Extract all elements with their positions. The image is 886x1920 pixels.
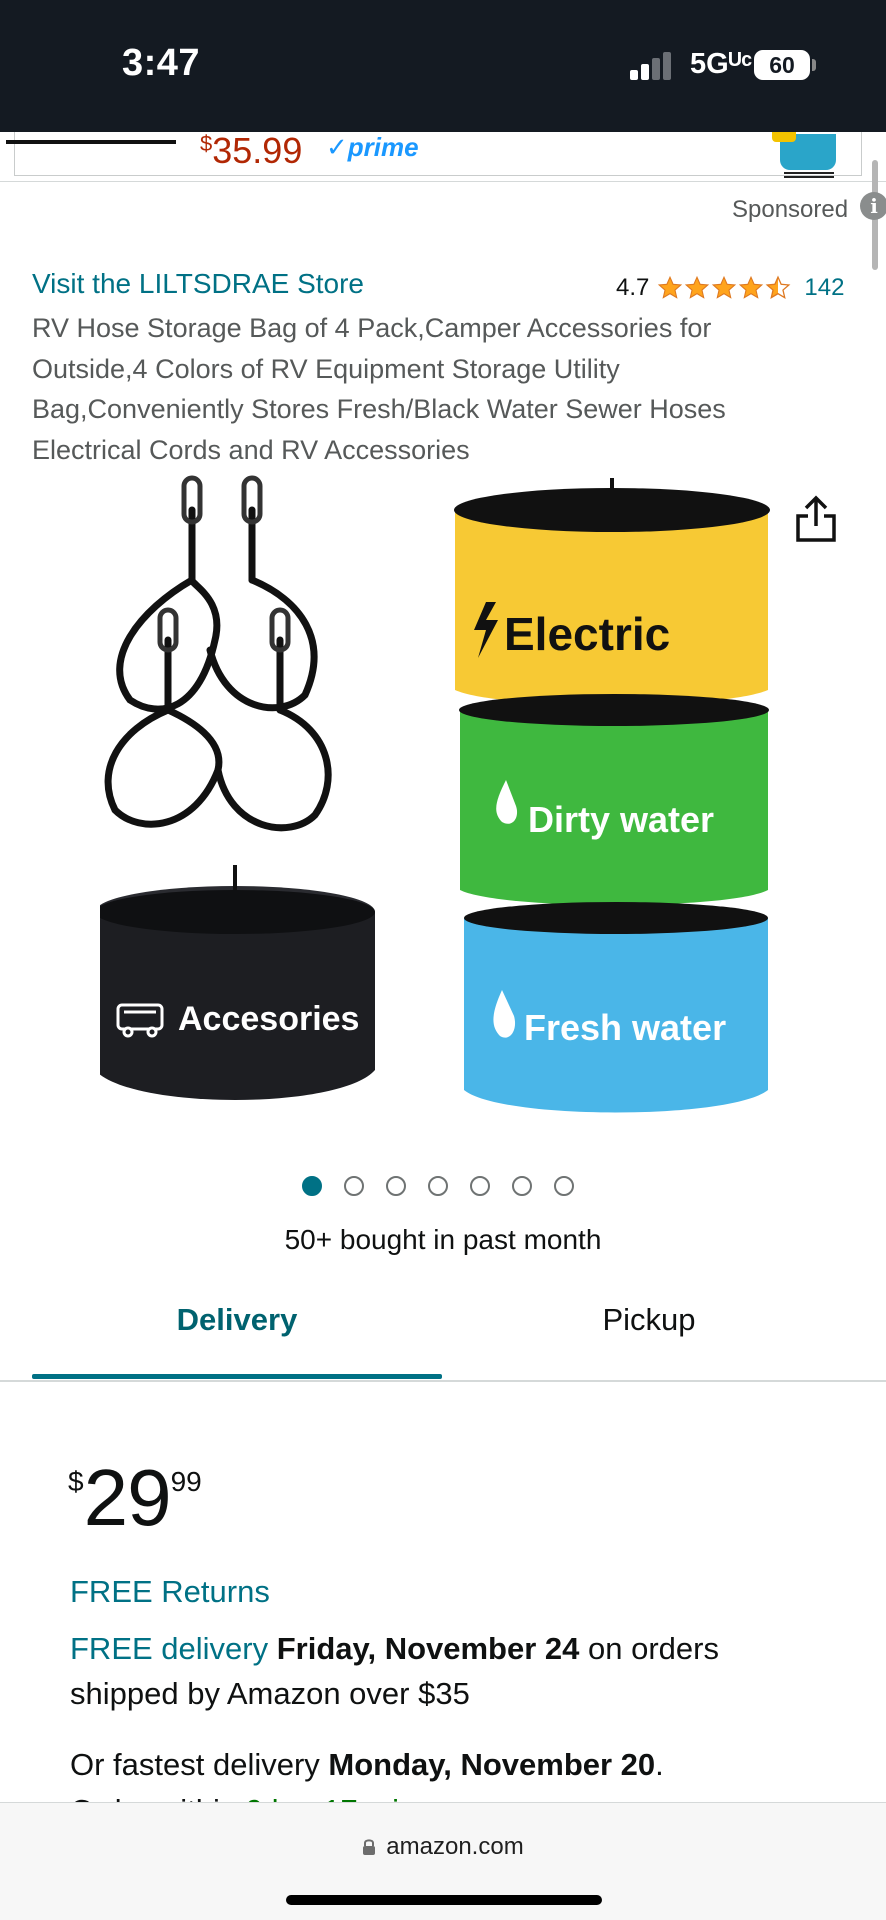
active-tab-underline	[32, 1374, 442, 1379]
ad-brand-logo	[6, 132, 176, 144]
carousel-dot[interactable]	[385, 1176, 406, 1196]
carousel-dot[interactable]	[511, 1176, 532, 1196]
free-delivery-link[interactable]: FREE delivery	[70, 1631, 268, 1666]
fastest-delivery-info: Or fastest delivery Monday, November 20.	[70, 1742, 850, 1787]
price-fraction: 99	[170, 1466, 202, 1497]
sponsored-ad-banner[interactable]: $35.99 ✓prime	[0, 132, 886, 182]
accessories-label: Accesories	[178, 1000, 359, 1038]
signal-icon	[630, 52, 674, 80]
star-full-icon	[712, 275, 737, 299]
star-half-icon	[765, 275, 791, 299]
price-symbol: $	[68, 1466, 84, 1497]
bought-count: 50+ bought in past month	[284, 1224, 602, 1255]
browser-bottom-bar: amazon.com	[0, 1802, 886, 1920]
network-label: 5Gᵁᶜ	[690, 48, 753, 80]
lock-icon	[363, 1839, 376, 1855]
carousel-dot[interactable]	[343, 1176, 364, 1196]
image-carousel-dots[interactable]	[0, 1176, 886, 1196]
home-indicator[interactable]	[286, 1895, 602, 1905]
star-full-icon	[658, 275, 683, 299]
order-countdown: 9 hrs 17 mins	[246, 1793, 432, 1802]
product-image[interactable]: Accesories Electric Dirty water Fresh wa…	[100, 470, 780, 1130]
free-delivery-date: Friday, November 24	[276, 1631, 580, 1666]
carousel-dot[interactable]	[553, 1176, 574, 1196]
fulfillment-tabs: Delivery Pickup	[0, 1290, 886, 1382]
store-link[interactable]: Visit the LILTSDRAE Store	[32, 268, 364, 300]
url-text: amazon.com	[386, 1833, 524, 1860]
battery-nub	[812, 59, 816, 71]
carousel-dot[interactable]	[301, 1176, 322, 1196]
electric-label: Electric	[504, 608, 670, 660]
strap-straps-graphic	[104, 506, 332, 832]
carousel-dot[interactable]	[469, 1176, 490, 1196]
sponsored-label: Sponsored	[732, 196, 849, 223]
free-returns-link[interactable]: FREE Returns	[70, 1574, 270, 1610]
order-within-prefix: Order within	[70, 1793, 246, 1802]
prime-badge: ✓prime	[326, 132, 419, 162]
info-icon[interactable]: i	[860, 192, 886, 220]
status-time: 3:47	[122, 42, 201, 84]
status-bar: 3:47 5Gᵁᶜ 60	[0, 0, 886, 132]
order-within-info: Order within 9 hrs 17 mins	[70, 1788, 432, 1802]
fresh-water-label: Fresh water	[524, 1007, 726, 1048]
product-title: RV Hose Storage Bag of 4 Pack,Camper Acc…	[32, 313, 726, 465]
ad-product-thumbnail	[772, 132, 836, 170]
dirty-water-label: Dirty water	[528, 799, 714, 840]
battery-icon: 60	[754, 50, 810, 80]
rating-count-link[interactable]: 142	[804, 274, 844, 302]
rating-value: 4.7	[616, 274, 650, 301]
star-full-icon	[739, 275, 764, 299]
ad-thumbnail-detail	[784, 172, 834, 178]
fastest-suffix: .	[655, 1747, 664, 1782]
share-icon[interactable]	[794, 494, 838, 544]
fastest-delivery-date: Monday, November 20	[328, 1747, 656, 1782]
delivery-info: FREE delivery Friday, November 24 on ord…	[70, 1626, 830, 1716]
price: $ 29 99	[68, 1456, 202, 1540]
price-whole: 29	[83, 1453, 172, 1542]
tab-delivery[interactable]: Delivery	[32, 1302, 442, 1338]
star-rating	[657, 275, 792, 301]
url-bar[interactable]: amazon.com	[0, 1833, 886, 1861]
electric-bag-graphic	[454, 478, 770, 705]
ad-price: $35.99	[200, 132, 303, 171]
carousel-dot[interactable]	[427, 1176, 448, 1196]
accessories-bag-graphic	[100, 865, 375, 1100]
carabiner-clips	[157, 475, 291, 653]
star-full-icon	[685, 275, 710, 299]
rating-summary[interactable]: 4.7 142	[616, 272, 844, 304]
fastest-prefix: Or fastest delivery	[70, 1747, 329, 1782]
tab-pickup[interactable]: Pickup	[444, 1302, 854, 1338]
